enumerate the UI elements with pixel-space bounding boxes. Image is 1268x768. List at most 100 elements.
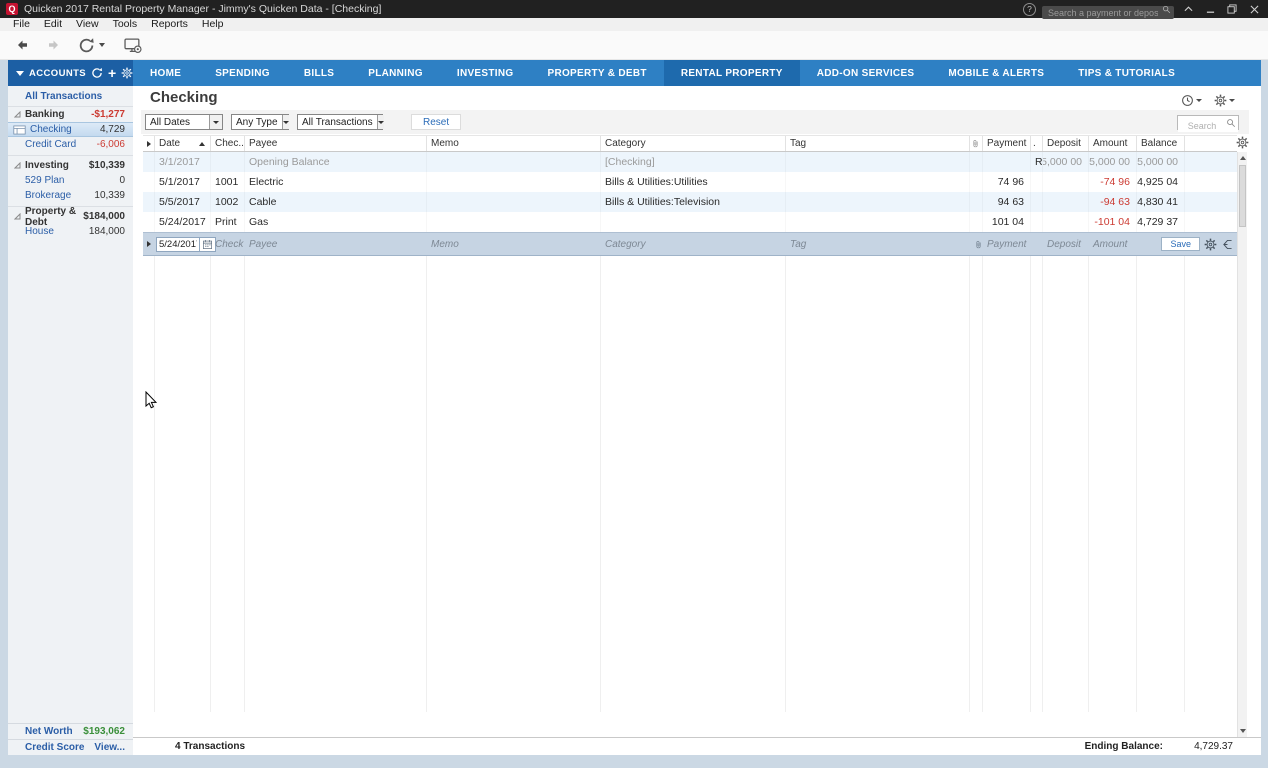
sidebar-item-credit-card[interactable]: Credit Card -6,006 <box>8 137 133 152</box>
date-input[interactable] <box>156 237 200 252</box>
update-settings-icon[interactable] <box>123 37 143 54</box>
scroll-up-arrow[interactable] <box>1238 152 1247 164</box>
filter-bar: All Dates Any Type All Transactions Rese… <box>141 110 1249 134</box>
category-field[interactable]: Category <box>605 239 646 250</box>
expand-triangle-icon <box>14 162 21 169</box>
menu-file[interactable]: File <box>6 18 37 31</box>
help-icon[interactable]: ? <box>1023 3 1036 16</box>
accounts-panel-title: ACCOUNTS <box>29 68 86 79</box>
column-header-check[interactable]: Chec... <box>211 136 245 151</box>
row-selector-header[interactable] <box>143 136 155 151</box>
tab-property-debt[interactable]: PROPERTY & DEBT <box>530 60 663 86</box>
sidebar-group-investing[interactable]: Investing $10,339 <box>8 158 133 173</box>
table-row[interactable]: 3/1/2017 Opening Balance [Checking] R 5,… <box>143 152 1237 172</box>
vertical-scrollbar[interactable] <box>1237 152 1247 737</box>
transaction-register: Date Chec... Payee Memo Category Tag Pay… <box>143 135 1247 737</box>
column-header-balance[interactable]: Balance <box>1137 136 1185 151</box>
menu-reports[interactable]: Reports <box>144 18 195 31</box>
tab-bills[interactable]: BILLS <box>287 60 351 86</box>
global-search-input[interactable] <box>1042 6 1174 19</box>
group-value: $184,000 <box>83 211 125 222</box>
memo-field[interactable]: Memo <box>431 239 459 250</box>
register-search <box>1177 115 1239 130</box>
menu-tools[interactable]: Tools <box>106 18 145 31</box>
register-settings-button[interactable] <box>1214 94 1235 107</box>
column-header-clr[interactable]: . <box>1031 136 1043 151</box>
check-number-field[interactable]: Check # <box>215 239 245 250</box>
split-icon[interactable] <box>1221 238 1234 251</box>
table-row[interactable]: 5/5/2017 1002 Cable Bills & Utilities:Te… <box>143 192 1237 212</box>
accounts-collapse-icon[interactable] <box>16 71 24 76</box>
sidebar-group-banking[interactable]: Banking -$1,277 <box>8 107 133 122</box>
net-worth-value: $193,062 <box>83 726 125 737</box>
save-button[interactable]: Save <box>1161 237 1200 251</box>
app-body: All Transactions Banking -$1,277 Checkin… <box>8 86 1261 755</box>
tab-investing[interactable]: INVESTING <box>440 60 531 86</box>
column-header-memo[interactable]: Memo <box>427 136 601 151</box>
date-range-dropdown[interactable]: All Dates <box>145 114 223 130</box>
close-button[interactable] <box>1246 3 1262 16</box>
payee-field[interactable]: Payee <box>249 239 277 250</box>
account-value: 0 <box>119 175 125 186</box>
column-header-date[interactable]: Date <box>155 136 211 151</box>
credit-score-row: Credit Score View... <box>8 739 133 755</box>
tab-planning[interactable]: PLANNING <box>351 60 440 86</box>
table-row[interactable]: 5/1/2017 1001 Electric Bills & Utilities… <box>143 172 1237 192</box>
tab-tips-tutorials[interactable]: TIPS & TUTORIALS <box>1061 60 1192 86</box>
add-account-button[interactable]: + <box>108 67 116 79</box>
sidebar-item-checking[interactable]: Checking 4,729 <box>8 122 133 137</box>
one-step-update-button[interactable] <box>78 37 95 54</box>
maximize-button[interactable] <box>1224 3 1240 16</box>
gear-icon[interactable] <box>1204 238 1217 251</box>
back-button[interactable] <box>14 37 30 53</box>
column-header-amount[interactable]: Amount <box>1089 136 1137 151</box>
tag-field[interactable]: Tag <box>790 239 806 250</box>
scrollbar-thumb[interactable] <box>1239 165 1246 227</box>
scroll-down-arrow[interactable] <box>1238 725 1247 737</box>
tab-spending[interactable]: SPENDING <box>198 60 287 86</box>
history-menu-button[interactable] <box>1181 94 1202 107</box>
net-worth-label: Net Worth <box>25 726 73 737</box>
deposit-field[interactable]: Deposit <box>1047 239 1081 250</box>
update-dropdown-caret[interactable] <box>99 43 105 47</box>
transactions-dropdown[interactable]: All Transactions <box>297 114 383 130</box>
forward-button[interactable] <box>46 37 62 53</box>
expand-triangle-icon <box>14 111 21 118</box>
column-header-payee[interactable]: Payee <box>245 136 427 151</box>
credit-score-view-link[interactable]: View... <box>94 742 125 753</box>
group-label: Property & Debt <box>25 206 79 228</box>
quicken-logo-icon: Q <box>6 3 18 15</box>
payment-field[interactable]: Payment <box>987 239 1026 250</box>
column-header-category[interactable]: Category <box>601 136 786 151</box>
amount-field[interactable]: Amount <box>1093 239 1127 250</box>
main-navigation: HOME SPENDING BILLS PLANNING INVESTING P… <box>133 60 1261 86</box>
table-row[interactable]: 5/24/2017 Print Gas 101 04 -101 04 4,729 <box>143 212 1237 232</box>
sidebar-item-all-transactions[interactable]: All Transactions <box>8 86 133 106</box>
minimize-button[interactable] <box>1202 3 1218 16</box>
column-settings-gear-icon[interactable] <box>1236 136 1249 149</box>
column-header-deposit[interactable]: Deposit <box>1043 136 1089 151</box>
collapse-button[interactable] <box>1180 3 1196 16</box>
paperclip-icon[interactable] <box>974 239 983 250</box>
page-title: Checking <box>150 89 218 106</box>
sidebar-item-529-plan[interactable]: 529 Plan 0 <box>8 173 133 188</box>
tab-home[interactable]: HOME <box>133 60 198 86</box>
tab-rental-property[interactable]: RENTAL PROPERTY <box>664 60 800 86</box>
tab-mobile-alerts[interactable]: MOBILE & ALERTS <box>931 60 1061 86</box>
column-header-payment[interactable]: Payment <box>983 136 1031 151</box>
tab-add-on-services[interactable]: ADD-ON SERVICES <box>800 60 932 86</box>
type-dropdown[interactable]: Any Type <box>231 114 289 130</box>
accounts-settings-icon[interactable] <box>121 67 133 79</box>
sidebar-item-brokerage[interactable]: Brokerage 10,339 <box>8 188 133 203</box>
menu-edit[interactable]: Edit <box>37 18 69 31</box>
reset-button[interactable]: Reset <box>411 114 461 130</box>
group-label: Banking <box>25 109 64 120</box>
menu-help[interactable]: Help <box>195 18 231 31</box>
menu-view[interactable]: View <box>69 18 106 31</box>
sidebar-group-property-debt[interactable]: Property & Debt $184,000 <box>8 209 133 224</box>
global-search <box>1042 3 1174 16</box>
new-transaction-row[interactable]: Check # Payee Memo Category Tag Payment … <box>143 232 1237 256</box>
column-header-tag[interactable]: Tag <box>786 136 970 151</box>
accounts-refresh-icon[interactable] <box>91 67 103 79</box>
column-header-attachment[interactable] <box>970 136 983 151</box>
